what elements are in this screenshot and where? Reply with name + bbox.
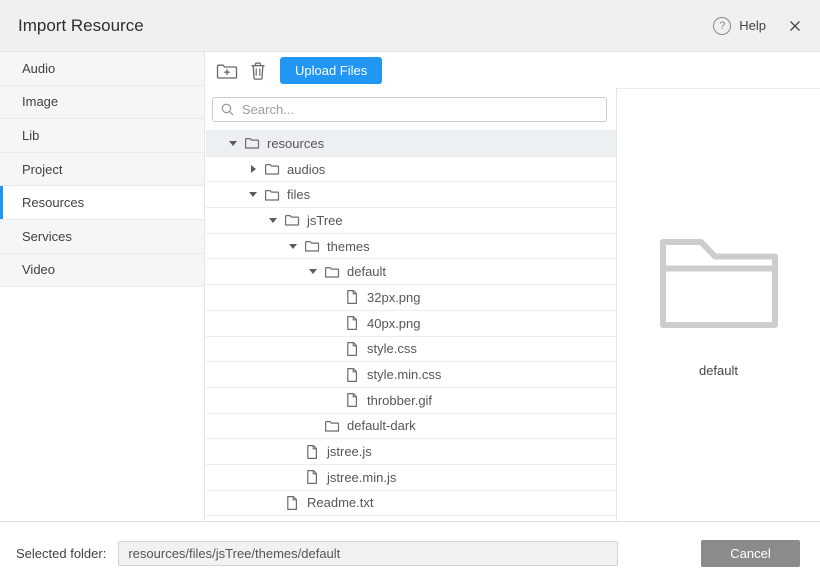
tree-node-audios[interactable]: audios — [206, 157, 616, 183]
file-icon — [344, 289, 360, 305]
tree-node-throbber.gif[interactable]: throbber.gif — [206, 388, 616, 414]
tree-node-label: 32px.png — [367, 290, 421, 305]
tree-node-label: Readme.txt — [307, 495, 373, 510]
tree-node-style.css[interactable]: style.css — [206, 337, 616, 363]
file-icon — [304, 444, 320, 460]
upload-files-button[interactable]: Upload Files — [280, 57, 382, 84]
file-icon — [344, 341, 360, 357]
tree-node-label: audios — [287, 162, 325, 177]
cancel-button[interactable]: Cancel — [701, 540, 800, 567]
expand-arrow-icon[interactable] — [246, 165, 260, 173]
tree-node-style.min.css[interactable]: style.min.css — [206, 362, 616, 388]
sidebar-item-label: Project — [22, 162, 62, 177]
sidebar-item-label: Resources — [22, 195, 84, 210]
collapse-arrow-icon[interactable] — [226, 141, 240, 146]
sidebar-item-lib[interactable]: Lib — [0, 119, 204, 153]
tree-node-label: default — [347, 264, 386, 279]
folder-icon — [324, 264, 340, 280]
tree-node-label: resources — [267, 136, 324, 151]
tree-node-default[interactable]: default — [206, 259, 616, 285]
tree-node-themes[interactable]: themes — [206, 234, 616, 260]
sidebar-item-services[interactable]: Services — [0, 220, 204, 254]
sidebar-item-video[interactable]: Video — [0, 254, 204, 288]
tree-node-label: default-dark — [347, 418, 416, 433]
tree-node-jstree.min.js[interactable]: jstree.min.js — [206, 465, 616, 491]
selected-folder-path-input[interactable] — [118, 541, 618, 566]
folder-icon — [244, 135, 260, 151]
file-icon — [344, 392, 360, 408]
sidebar-item-label: Services — [22, 229, 72, 244]
tree-node-label: files — [287, 187, 310, 202]
collapse-arrow-icon[interactable] — [306, 269, 320, 274]
file-icon — [344, 367, 360, 383]
file-icon — [304, 469, 320, 485]
file-icon — [284, 495, 300, 511]
trash-icon[interactable] — [245, 58, 271, 84]
tree-node-32px.png[interactable]: 32px.png — [206, 285, 616, 311]
tree-node-label: 40px.png — [367, 316, 421, 331]
preview-panel: default — [616, 88, 820, 521]
folder-icon — [264, 187, 280, 203]
sidebar-item-label: Video — [22, 262, 55, 277]
folder-large-icon — [659, 235, 779, 331]
tree-node-Readme.txt[interactable]: Readme.txt — [206, 491, 616, 516]
help-icon: ? — [713, 17, 731, 35]
sidebar-item-audio[interactable]: Audio — [0, 52, 204, 86]
close-icon[interactable] — [788, 19, 802, 33]
selected-folder-label: Selected folder: — [16, 546, 106, 561]
folder-icon — [324, 418, 340, 434]
sidebar-item-label: Audio — [22, 61, 55, 76]
page-title: Import Resource — [18, 16, 144, 36]
tree-node-resources[interactable]: resources — [206, 131, 616, 157]
tree-node-default-dark[interactable]: default-dark — [206, 414, 616, 440]
tree-node-label: style.css — [367, 341, 417, 356]
file-icon — [344, 315, 360, 331]
collapse-arrow-icon[interactable] — [246, 192, 260, 197]
new-folder-icon[interactable] — [214, 58, 240, 84]
dialog-footer: Selected folder: Cancel — [0, 521, 820, 584]
sidebar-item-image[interactable]: Image — [0, 86, 204, 120]
preview-folder-name: default — [699, 363, 738, 378]
folder-icon — [284, 212, 300, 228]
collapse-arrow-icon[interactable] — [286, 244, 300, 249]
tree-node-label: jstree.js — [327, 444, 372, 459]
file-tree: resources audios files jsTree themes default 3… — [206, 130, 616, 516]
search-box — [212, 97, 607, 122]
tree-node-label: jstree.min.js — [327, 470, 396, 485]
sidebar-item-project[interactable]: Project — [0, 153, 204, 187]
tree-node-label: themes — [327, 239, 370, 254]
tree-node-files[interactable]: files — [206, 182, 616, 208]
collapse-arrow-icon[interactable] — [266, 218, 280, 223]
help-button[interactable]: ? Help — [713, 17, 766, 35]
search-input[interactable] — [240, 101, 598, 118]
tree-node-label: style.min.css — [367, 367, 441, 382]
search-icon — [221, 103, 234, 116]
tree-node-40px.png[interactable]: 40px.png — [206, 311, 616, 337]
tree-node-label: throbber.gif — [367, 393, 432, 408]
help-label: Help — [739, 18, 766, 33]
tree-node-jstree.js[interactable]: jstree.js — [206, 439, 616, 465]
dialog-header: Import Resource ? Help — [0, 0, 820, 52]
tree-node-jsTree[interactable]: jsTree — [206, 208, 616, 234]
folder-icon — [304, 238, 320, 254]
folder-icon — [264, 161, 280, 177]
category-sidebar: Audio Image Lib Project Resources Services Vid… — [0, 52, 205, 521]
sidebar-item-resources[interactable]: Resources — [0, 186, 204, 220]
sidebar-item-label: Lib — [22, 128, 39, 143]
import-resource-dialog: Import Resource ? Help Audio Image Lib Proj… — [0, 0, 820, 584]
sidebar-item-label: Image — [22, 94, 58, 109]
tree-toolbar: Upload Files — [205, 52, 617, 89]
tree-node-label: jsTree — [307, 213, 343, 228]
